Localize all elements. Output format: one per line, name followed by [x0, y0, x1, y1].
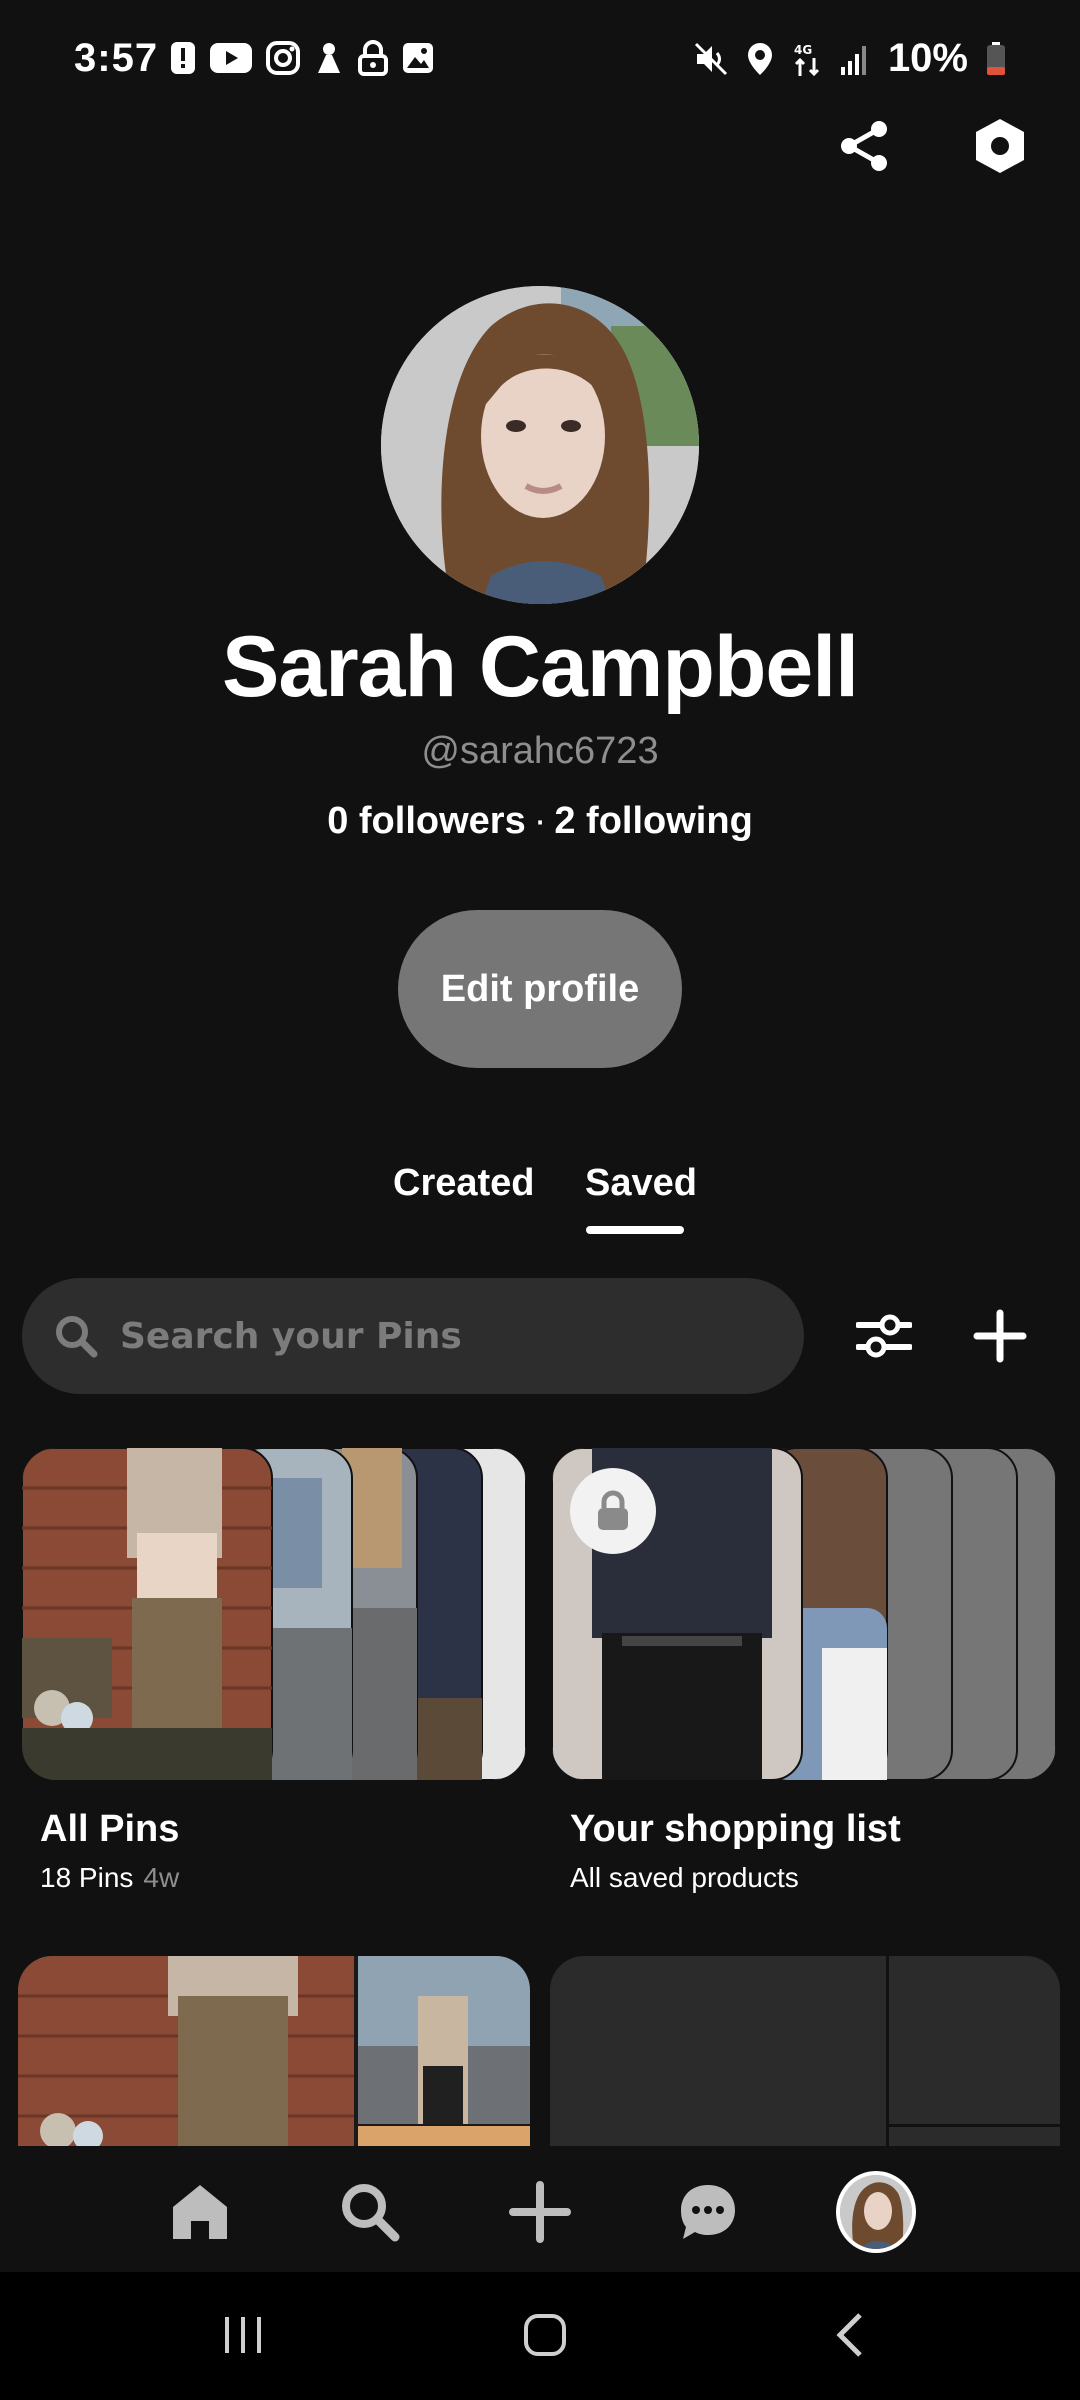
youtube-icon	[210, 43, 252, 73]
profile-photo	[381, 286, 699, 604]
share-icon	[841, 121, 887, 171]
home-button[interactable]	[500, 2300, 590, 2370]
status-right-icons: 4G 10%	[694, 36, 1006, 81]
settings-hexagon-icon	[976, 119, 1024, 173]
board-age: 4w	[143, 1862, 180, 1893]
create-board-button[interactable]	[960, 1296, 1040, 1376]
location-icon	[747, 42, 772, 75]
board-title-all-pins[interactable]: All Pins	[40, 1808, 179, 1851]
battery-icon	[987, 41, 1005, 75]
recent-apps-button[interactable]	[198, 2300, 288, 2370]
mute-icon	[694, 42, 727, 75]
edit-profile-button[interactable]: Edit profile	[398, 910, 682, 1068]
filter-button[interactable]	[844, 1296, 924, 1376]
nav-search[interactable]	[330, 2172, 410, 2252]
image-icon	[403, 43, 433, 73]
lock-icon	[358, 40, 388, 76]
profile-avatar	[836, 2171, 916, 2253]
nav-profile[interactable]	[836, 2171, 916, 2253]
signal-icon	[840, 45, 866, 75]
profile-handle: @sarahc6723	[421, 730, 659, 772]
tab-created[interactable]: Created	[393, 1162, 535, 1205]
nav-home[interactable]	[160, 2172, 240, 2252]
board-pin-count: 18 Pins	[40, 1862, 134, 1893]
pin-stack-images	[22, 1448, 526, 1780]
tab-saved[interactable]: Saved	[585, 1162, 697, 1205]
plus-icon	[973, 1309, 1027, 1363]
board-all-pins-cover[interactable]	[22, 1448, 526, 1780]
lock-icon	[598, 1490, 628, 1530]
profile-name: Sarah Campbell	[222, 619, 859, 715]
board-subtitle-shopping-list: All saved products	[570, 1862, 799, 1893]
follow-stats: 0 followers · 2 following	[0, 800, 1080, 843]
board-meta-all-pins: 18 Pins 4w	[40, 1862, 179, 1894]
board-cover-row2-right[interactable]	[550, 1956, 1060, 2146]
share-button[interactable]	[824, 106, 904, 186]
board-cover-images	[18, 1956, 530, 2146]
search-icon	[342, 2184, 400, 2242]
settings-button[interactable]	[960, 106, 1040, 186]
back-chevron-icon	[836, 2313, 862, 2357]
board-cover-row2-left[interactable]	[18, 1956, 530, 2146]
messages-icon	[681, 2185, 735, 2239]
instagram-icon	[266, 41, 300, 75]
filter-icon	[856, 1314, 912, 1358]
search-icon	[56, 1316, 98, 1358]
battery-percent: 10%	[887, 36, 968, 80]
cover-divider-horizontal	[886, 2124, 1060, 2127]
search-input[interactable]	[118, 1314, 762, 1358]
board-title-shopping-list[interactable]: Your shopping list	[570, 1808, 901, 1851]
status-time: 3:57	[74, 36, 159, 80]
avatar-image	[840, 2175, 912, 2249]
search-bar[interactable]	[22, 1278, 804, 1394]
nav-messages[interactable]	[668, 2172, 748, 2252]
private-board-badge	[570, 1468, 656, 1554]
notification-icon	[318, 43, 340, 73]
stats-separator: ·	[533, 800, 547, 842]
following-count[interactable]: 2 following	[554, 800, 752, 842]
back-button[interactable]	[804, 2300, 894, 2370]
status-left-icons	[170, 40, 434, 76]
cover-divider-vertical	[886, 1956, 889, 2146]
home-circle-icon	[524, 2314, 566, 2356]
home-icon	[173, 2185, 227, 2239]
alert-icon	[171, 42, 195, 74]
svg-text:4G: 4G	[794, 43, 812, 57]
data-icon: 4G	[794, 43, 819, 76]
recent-apps-icon	[225, 2317, 261, 2353]
profile-avatar-large[interactable]	[381, 286, 699, 604]
plus-icon	[509, 2181, 571, 2243]
followers-count[interactable]: 0 followers	[327, 800, 526, 842]
nav-create[interactable]	[500, 2172, 580, 2252]
active-tab-indicator	[586, 1226, 684, 1234]
